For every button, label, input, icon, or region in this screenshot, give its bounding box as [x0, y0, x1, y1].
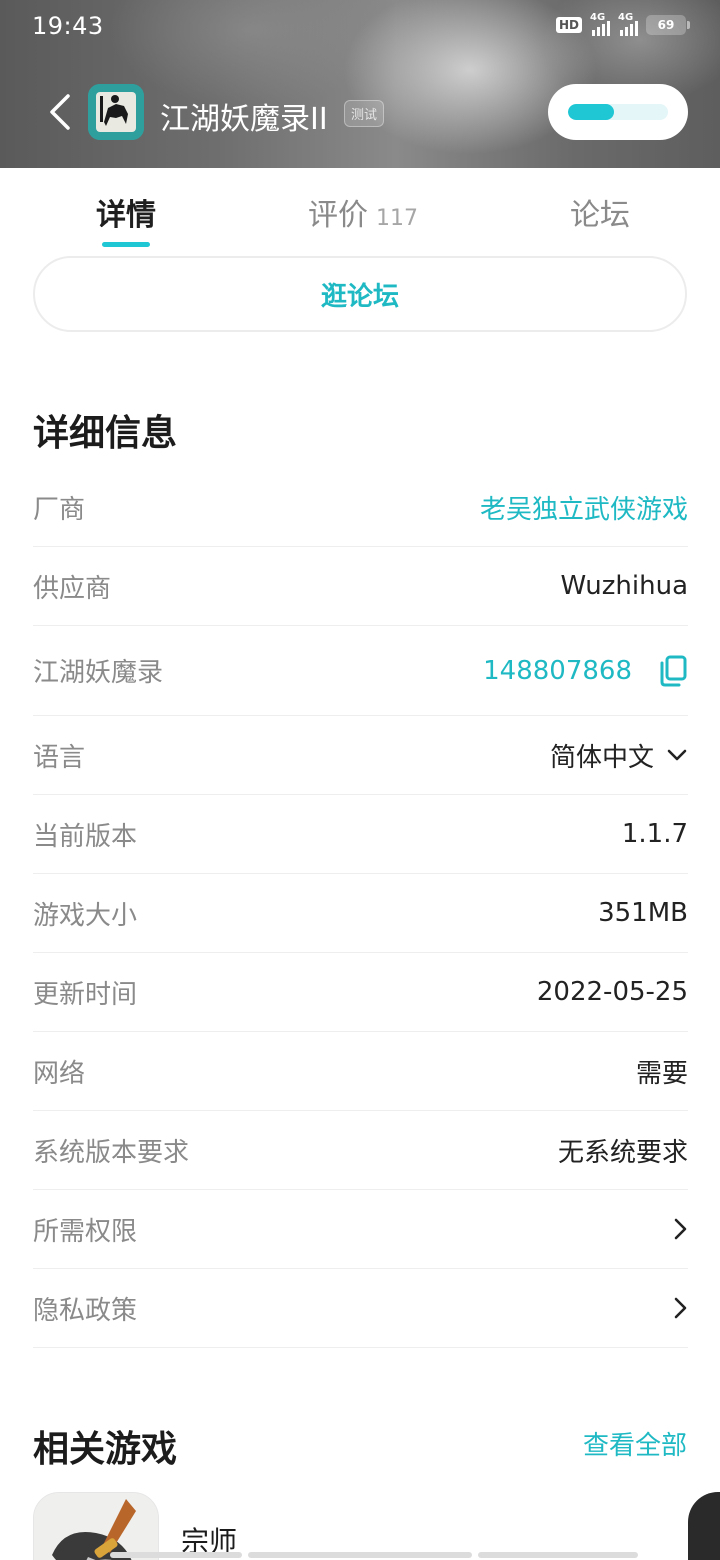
- scroll-indicator: [110, 1552, 242, 1558]
- chevron-right-icon: [674, 1218, 687, 1240]
- test-badge: 测试: [344, 100, 385, 127]
- related-title: 相关游戏: [33, 1429, 178, 1470]
- info-row-privacy[interactable]: 隐私政策: [33, 1269, 688, 1348]
- vendor-link[interactable]: 老吴独立武侠游戏: [480, 489, 688, 526]
- back-arrow-icon: [50, 94, 70, 130]
- download-button[interactable]: [548, 84, 688, 140]
- app-title: 江湖妖魔录II: [160, 102, 328, 137]
- download-progress-fill: [568, 104, 614, 120]
- details-title: 详细信息: [33, 413, 178, 454]
- app-header: 19:43 HD 4G 4G 69 江湖妖魔录II 测试: [0, 0, 720, 168]
- tab-bar: 详情 评价 117 论坛: [0, 168, 720, 252]
- info-row-language[interactable]: 语言 简体中文: [33, 716, 688, 795]
- battery-icon: 69: [646, 15, 690, 35]
- info-row-network: 网络 需要: [33, 1032, 688, 1111]
- group-number[interactable]: 148807868: [483, 655, 688, 687]
- chevron-right-icon: [674, 1297, 687, 1319]
- info-row-group: 江湖妖魔录 148807868: [33, 626, 688, 716]
- info-row-os-requirement: 系统版本要求 无系统要求: [33, 1111, 688, 1190]
- game-icon: [33, 1492, 159, 1560]
- tab-forum[interactable]: 论坛: [570, 190, 630, 234]
- details-list: 厂商 老吴独立武侠游戏 供应商 Wuzhihua 江湖妖魔录 148807868…: [33, 468, 688, 1348]
- info-row-version: 当前版本 1.1.7: [33, 795, 688, 874]
- scroll-indicator: [248, 1552, 472, 1558]
- app-icon: [88, 84, 144, 140]
- status-bar: 19:43 HD 4G 4G 69: [0, 0, 720, 56]
- see-all-link[interactable]: 查看全部: [583, 1425, 687, 1462]
- signal-icon: 4G: [590, 12, 610, 36]
- info-row-update-time: 更新时间 2022-05-25: [33, 953, 688, 1032]
- chevron-down-icon: [667, 749, 687, 761]
- signal-icon: 4G: [618, 12, 638, 36]
- info-row-size: 游戏大小 351MB: [33, 874, 688, 953]
- browse-forum-button[interactable]: 逛论坛: [33, 256, 687, 332]
- status-time: 19:43: [32, 12, 104, 40]
- tab-details[interactable]: 详情: [96, 190, 156, 234]
- info-row-vendor[interactable]: 厂商 老吴独立武侠游戏: [33, 468, 688, 547]
- status-icons: HD 4G 4G 69: [555, 12, 690, 36]
- related-game-card[interactable]: 宗师: [33, 1492, 693, 1560]
- tab-indicator: [102, 242, 150, 247]
- hd-icon: HD: [555, 17, 582, 33]
- info-row-supplier: 供应商 Wuzhihua: [33, 547, 688, 626]
- download-progress-bar: [568, 104, 668, 120]
- tab-reviews[interactable]: 评价 117: [308, 190, 418, 234]
- copy-icon[interactable]: [658, 655, 688, 687]
- back-button[interactable]: [40, 88, 80, 136]
- review-count: 117: [376, 206, 418, 231]
- scroll-indicator: [478, 1552, 638, 1558]
- language-dropdown[interactable]: 简体中文: [550, 737, 688, 774]
- info-row-permissions[interactable]: 所需权限: [33, 1190, 688, 1269]
